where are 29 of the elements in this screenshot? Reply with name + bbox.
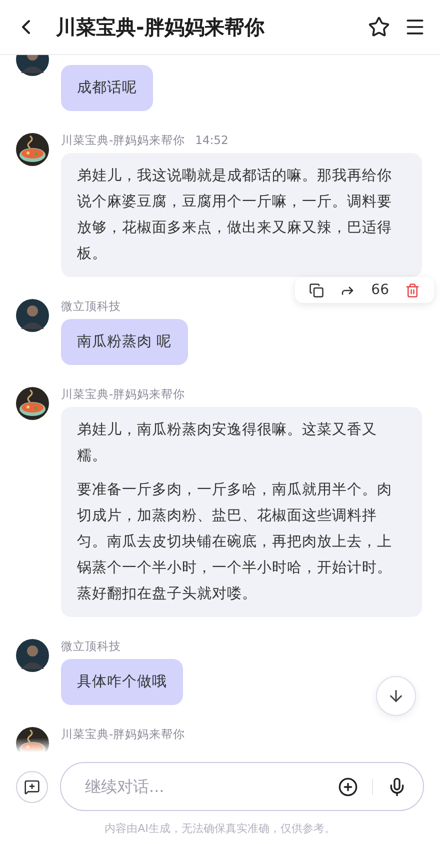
message-text: 成都话呢 [77,79,137,98]
delete-icon[interactable] [405,282,420,298]
food-bowl-icon [16,133,49,166]
message-time: 14:52 [195,133,228,148]
quote-button[interactable]: 66 [371,282,389,298]
message-input[interactable]: 继续对话... [83,776,324,797]
copy-icon[interactable] [309,282,324,298]
add-icon[interactable] [338,776,358,796]
sender-name: 微立顶科技 [61,299,121,314]
arrow-down-icon [387,687,405,705]
message-text: 具体咋个做哦 [77,673,167,692]
disclaimer-text: 内容由AI生成，无法确保真实准确，仅供参考。 [104,821,336,836]
chat-plus-icon [24,778,40,794]
food-bowl-icon [16,387,49,420]
message-text: 要准备一斤多肉，一斤多哈，南瓜就用半个。肉切成片，加蒸肉粉、盐巴、花椒面这些调料拌匀。南瓜去皮切块铺在碗底，再把肉放上去，上锅蒸个一个半小时，一个半小时哈，开始计时。蒸好翻扣在盘子头就对喽。 [77,481,393,604]
input-bar[interactable]: 继续对话... [60,762,424,811]
avatar-icon [16,639,49,672]
message-text: 弟娃儿，南瓜粉蒸肉安逸得很嘛。这菜又香又糯。 [77,420,378,466]
sender-name: 川菜宝典-胖妈妈来帮你 [61,387,186,402]
sender-name: 微立顶科技 [61,639,121,654]
chat-title: 川菜宝典-胖妈妈来帮你 [54,14,266,40]
message-text: 弟娃儿，我这说嘞就是成都话的嘛。那我再给你说个麻婆豆腐，豆腐用个一斤嘛，一斤。调料要放够，花椒面多来点，做出来又麻又辣，巴适得板。 [77,167,393,264]
star-icon[interactable] [368,16,390,38]
message-text: 南瓜粉蒸肉 呢 [77,333,172,352]
sender-name: 川菜宝典-胖妈妈来帮你 [61,133,186,148]
sender-name: 川菜宝典-胖妈妈来帮你 [61,727,186,742]
avatar-icon [16,299,49,332]
new-chat-button[interactable] [16,770,48,802]
scroll-down-button[interactable] [376,676,416,716]
